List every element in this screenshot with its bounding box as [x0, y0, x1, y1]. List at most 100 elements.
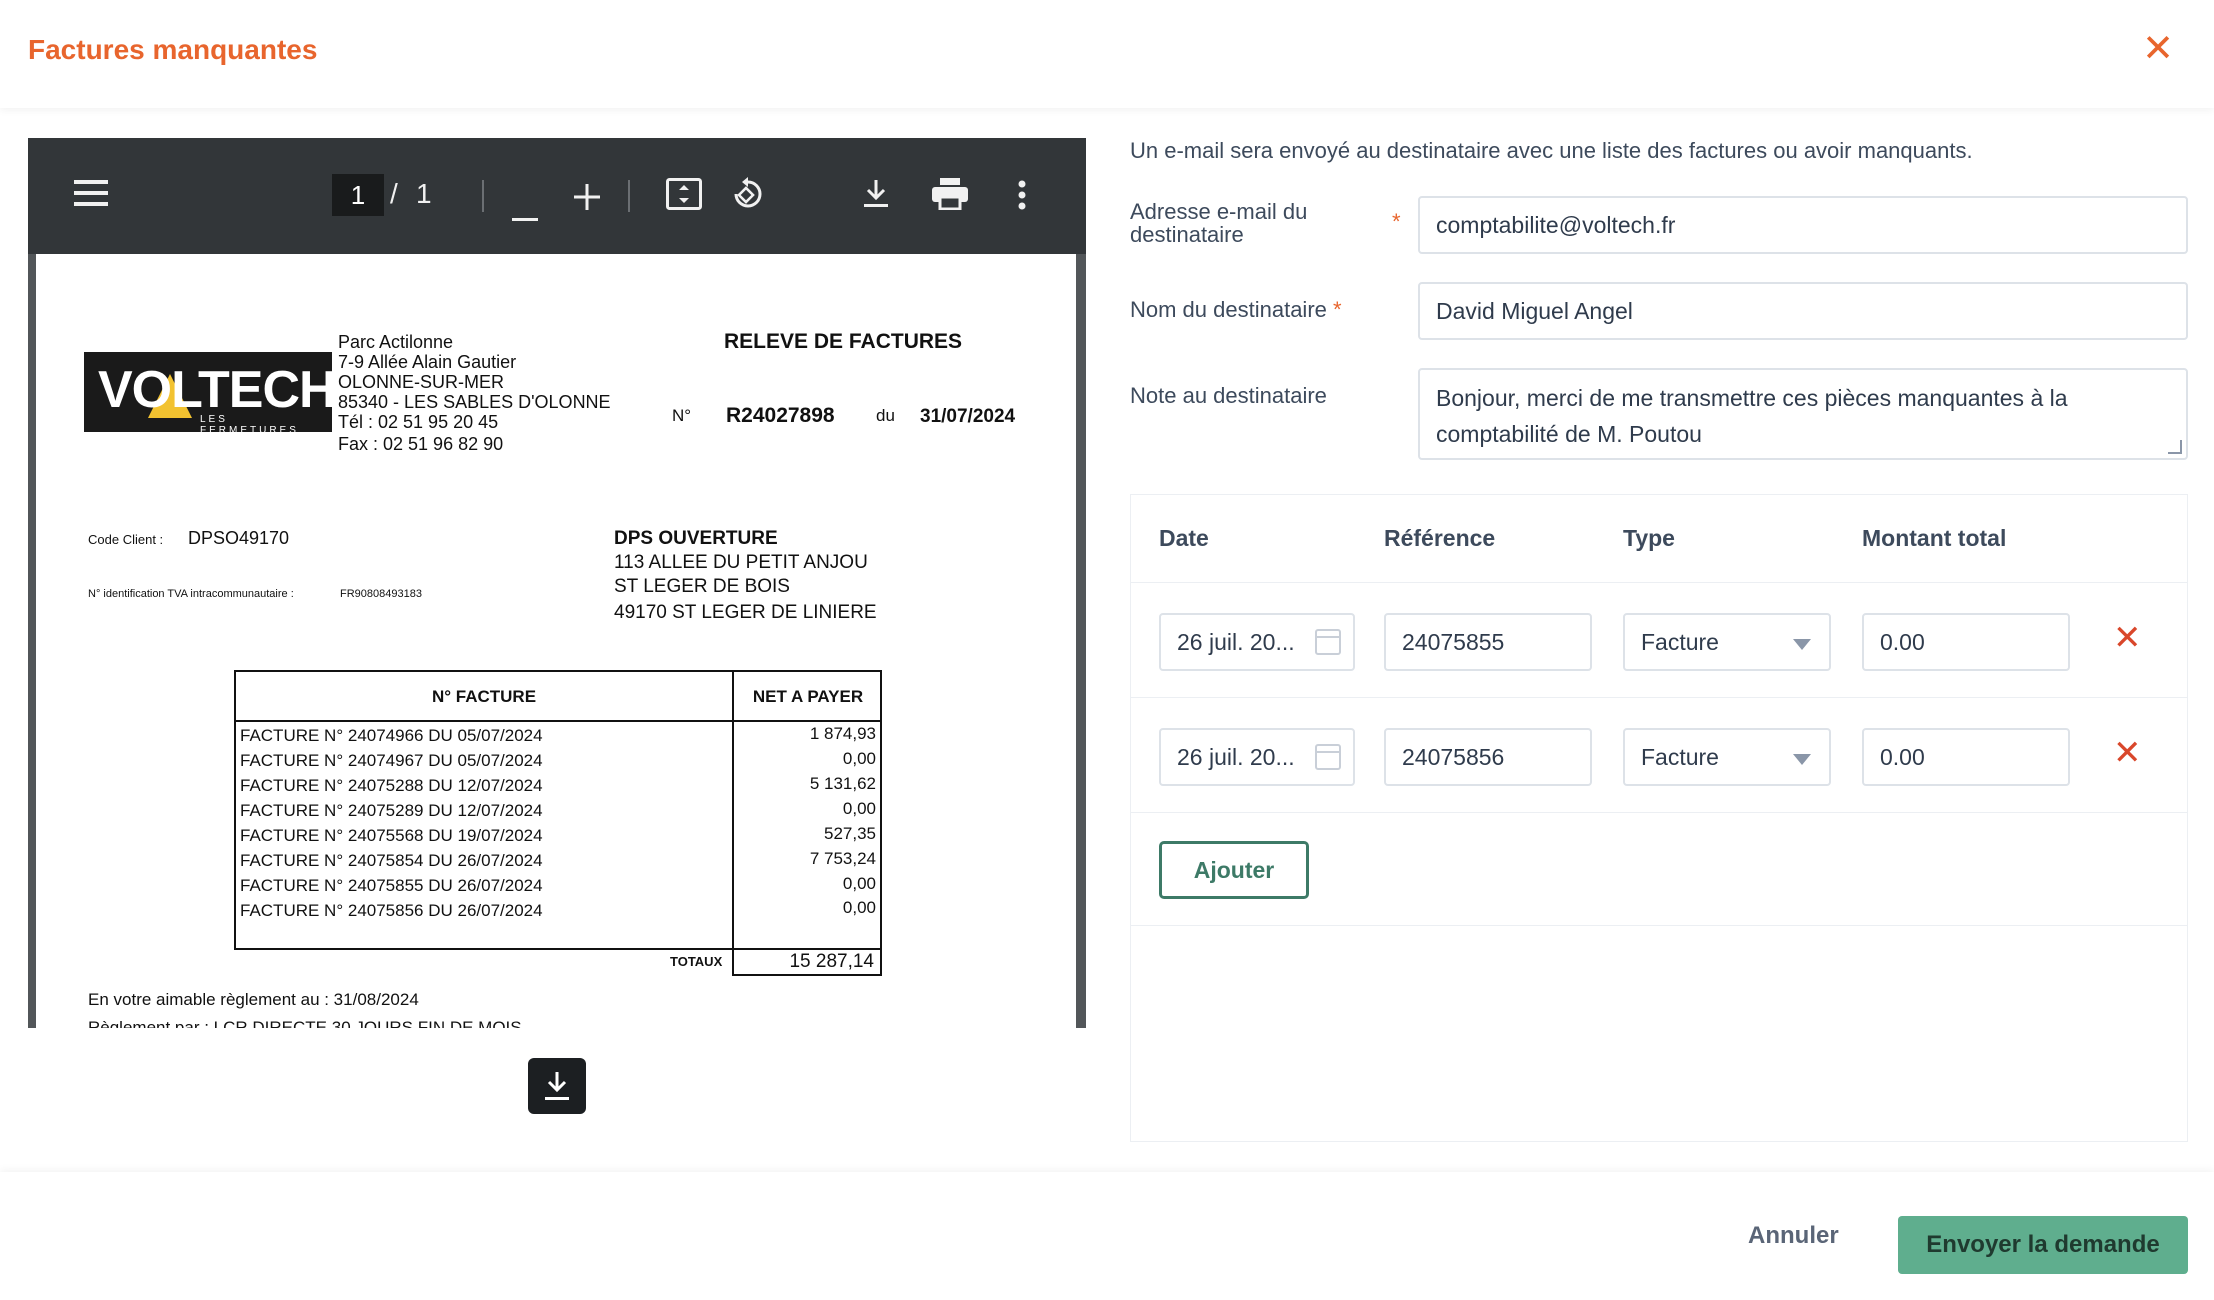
net-amount-header: NET A PAYER	[734, 672, 882, 722]
document-number: R24027898	[726, 404, 835, 427]
pdf-viewer: 1 / 1 VOLTECH LES FERMETURES Parc Actilo…	[28, 138, 1086, 1028]
delete-row-icon[interactable]: ✕	[2113, 621, 2142, 655]
column-header-date: Date	[1159, 525, 1209, 551]
download-icon[interactable]	[862, 178, 890, 214]
close-icon[interactable]: ✕	[2142, 30, 2174, 68]
add-line-button[interactable]: Ajouter	[1159, 841, 1309, 899]
name-label: Nom du destinataire *	[1130, 298, 1342, 321]
document-number-label: N°	[672, 406, 692, 425]
note-textarea[interactable]: Bonjour, merci de me transmettre ces piè…	[1418, 368, 2188, 460]
toolbar-divider	[628, 180, 630, 212]
modal-header: Factures manquantes ✕	[0, 0, 2214, 108]
lines-table-header: Date Référence Type Montant total	[1131, 495, 2187, 583]
modal-title: Factures manquantes	[28, 34, 318, 65]
missing-invoices-panel: Date Référence Type Montant total 26 jui…	[1130, 494, 2188, 1142]
recipient-address-line: ST LEGER DE BOIS	[614, 576, 790, 597]
date-picker[interactable]: 26 juil. 20...	[1159, 728, 1355, 786]
recipient-address-line: 49170 ST LEGER DE LINIERE	[614, 602, 877, 623]
required-mark: *	[1333, 297, 1342, 322]
menu-icon[interactable]	[74, 178, 108, 212]
vat-label: N° identification TVA intracommunautaire…	[88, 588, 294, 600]
invoice-label: FACTURE N° 24075289 DU 12/07/2024	[240, 801, 543, 820]
page-total: 1	[416, 178, 432, 209]
document-date-label: du	[876, 406, 895, 425]
invoice-amount: 0,00	[842, 874, 876, 893]
vat-number: FR90808493183	[340, 588, 422, 600]
invoice-number-header: N° FACTURE	[236, 672, 734, 722]
invoice-amount: 527,35	[824, 824, 876, 843]
date-picker[interactable]: 26 juil. 20...	[1159, 613, 1355, 671]
print-icon[interactable]	[932, 178, 968, 216]
company-address-line: 7-9 Allée Alain Gautier	[338, 352, 517, 372]
type-select[interactable]: Facture	[1623, 728, 1831, 786]
company-address-line: OLONNE-SUR-MER	[338, 372, 505, 392]
fit-page-icon[interactable]	[666, 178, 702, 216]
name-label-text: Nom du destinataire	[1130, 297, 1327, 322]
invoice-label: FACTURE N° 24075855 DU 26/07/2024	[240, 876, 543, 895]
column-header-amount: Montant total	[1862, 525, 2007, 551]
recipient-name: DPS OUVERTURE	[614, 528, 778, 549]
page-separator: /	[390, 178, 398, 209]
rotate-icon[interactable]	[730, 176, 766, 218]
column-header-reference: Référence	[1384, 525, 1496, 551]
cancel-button[interactable]: Annuler	[1748, 1222, 1839, 1250]
chevron-down-icon	[1793, 639, 1811, 650]
logo-subtext: LES FERMETURES	[200, 414, 299, 436]
invoice-amount: 0,00	[842, 898, 876, 917]
panel-divider	[1131, 925, 2187, 926]
table-row: 26 juil. 20... 24075856 Facture 0.00 ✕	[1131, 698, 2187, 813]
email-label-line1: Adresse e-mail du	[1130, 199, 1308, 224]
resize-handle[interactable]	[2168, 440, 2182, 454]
client-code-label: Code Client :	[88, 532, 164, 547]
invoice-table: N° FACTURE NET A PAYER FACTURE N° 240749…	[234, 670, 882, 952]
invoice-label: FACTURE N° 24075854 DU 26/07/2024	[240, 851, 543, 870]
send-request-button[interactable]: Envoyer la demande	[1898, 1216, 2188, 1274]
company-address-line: Fax : 02 51 96 82 90	[338, 434, 504, 454]
type-select[interactable]: Facture	[1623, 613, 1831, 671]
column-header-type: Type	[1623, 525, 1675, 551]
company-address-line: 85340 - LES SABLES D'OLONNE	[338, 392, 611, 412]
invoice-amount: 7 753,24	[809, 849, 876, 868]
email-field[interactable]: comptabilite@voltech.fr	[1418, 196, 2188, 254]
date-value: 26 juil. 20...	[1177, 629, 1295, 655]
reference-input[interactable]: 24075856	[1384, 728, 1592, 786]
payment-note: En votre aimable règlement au : 31/08/20…	[88, 990, 419, 1009]
document-title: RELEVE DE FACTURES	[724, 330, 963, 353]
amount-input[interactable]: 0.00	[1862, 613, 2070, 671]
table-row: 26 juil. 20... 24075855 Facture 0.00 ✕	[1131, 583, 2187, 698]
toolbar-divider	[482, 180, 484, 212]
pdf-page: VOLTECH LES FERMETURES Parc Actilonne 7-…	[36, 254, 1076, 1028]
pdf-download-button[interactable]	[528, 1058, 586, 1114]
calendar-icon	[1315, 629, 1341, 655]
pdf-toolbar: 1 / 1	[28, 138, 1086, 254]
invoice-label: FACTURE N° 24075568 DU 19/07/2024	[240, 826, 543, 845]
delete-row-icon[interactable]: ✕	[2113, 736, 2142, 770]
required-mark: *	[1392, 209, 1401, 234]
chevron-down-icon	[1793, 754, 1811, 765]
page-number-input[interactable]: 1	[332, 174, 384, 216]
invoice-label: FACTURE N° 24074966 DU 05/07/2024	[240, 726, 543, 745]
info-text: Un e-mail sera envoyé au destinataire av…	[1130, 138, 1973, 163]
logo-text: VOLTECH	[98, 361, 337, 419]
type-value: Facture	[1641, 744, 1719, 770]
zoom-in-icon[interactable]	[574, 182, 600, 216]
reference-input[interactable]: 24075855	[1384, 613, 1592, 671]
invoice-amount: 0,00	[842, 749, 876, 768]
company-address-line: Tél : 02 51 95 20 45	[338, 412, 499, 432]
calendar-icon	[1315, 744, 1341, 770]
email-label-line2: destinataire	[1130, 222, 1244, 247]
document-date: 31/07/2024	[920, 406, 1016, 427]
name-field[interactable]: David Miguel Angel	[1418, 282, 2188, 340]
type-value: Facture	[1641, 629, 1719, 655]
modal-footer: Annuler Envoyer la demande	[0, 1172, 2214, 1300]
client-code: DPSO49170	[188, 528, 290, 548]
email-label: Adresse e-mail du destinataire	[1130, 200, 1307, 246]
invoice-label: FACTURE N° 24074967 DU 05/07/2024	[240, 751, 543, 770]
invoice-amount: 1 874,93	[809, 724, 876, 743]
amount-input[interactable]: 0.00	[1862, 728, 2070, 786]
company-address-line: Parc Actilonne	[338, 332, 454, 352]
zoom-out-icon[interactable]	[512, 194, 538, 228]
totals-label: TOTAUX	[670, 954, 723, 969]
note-label: Note au destinataire	[1130, 383, 1327, 408]
more-vert-icon[interactable]	[1018, 180, 1026, 216]
